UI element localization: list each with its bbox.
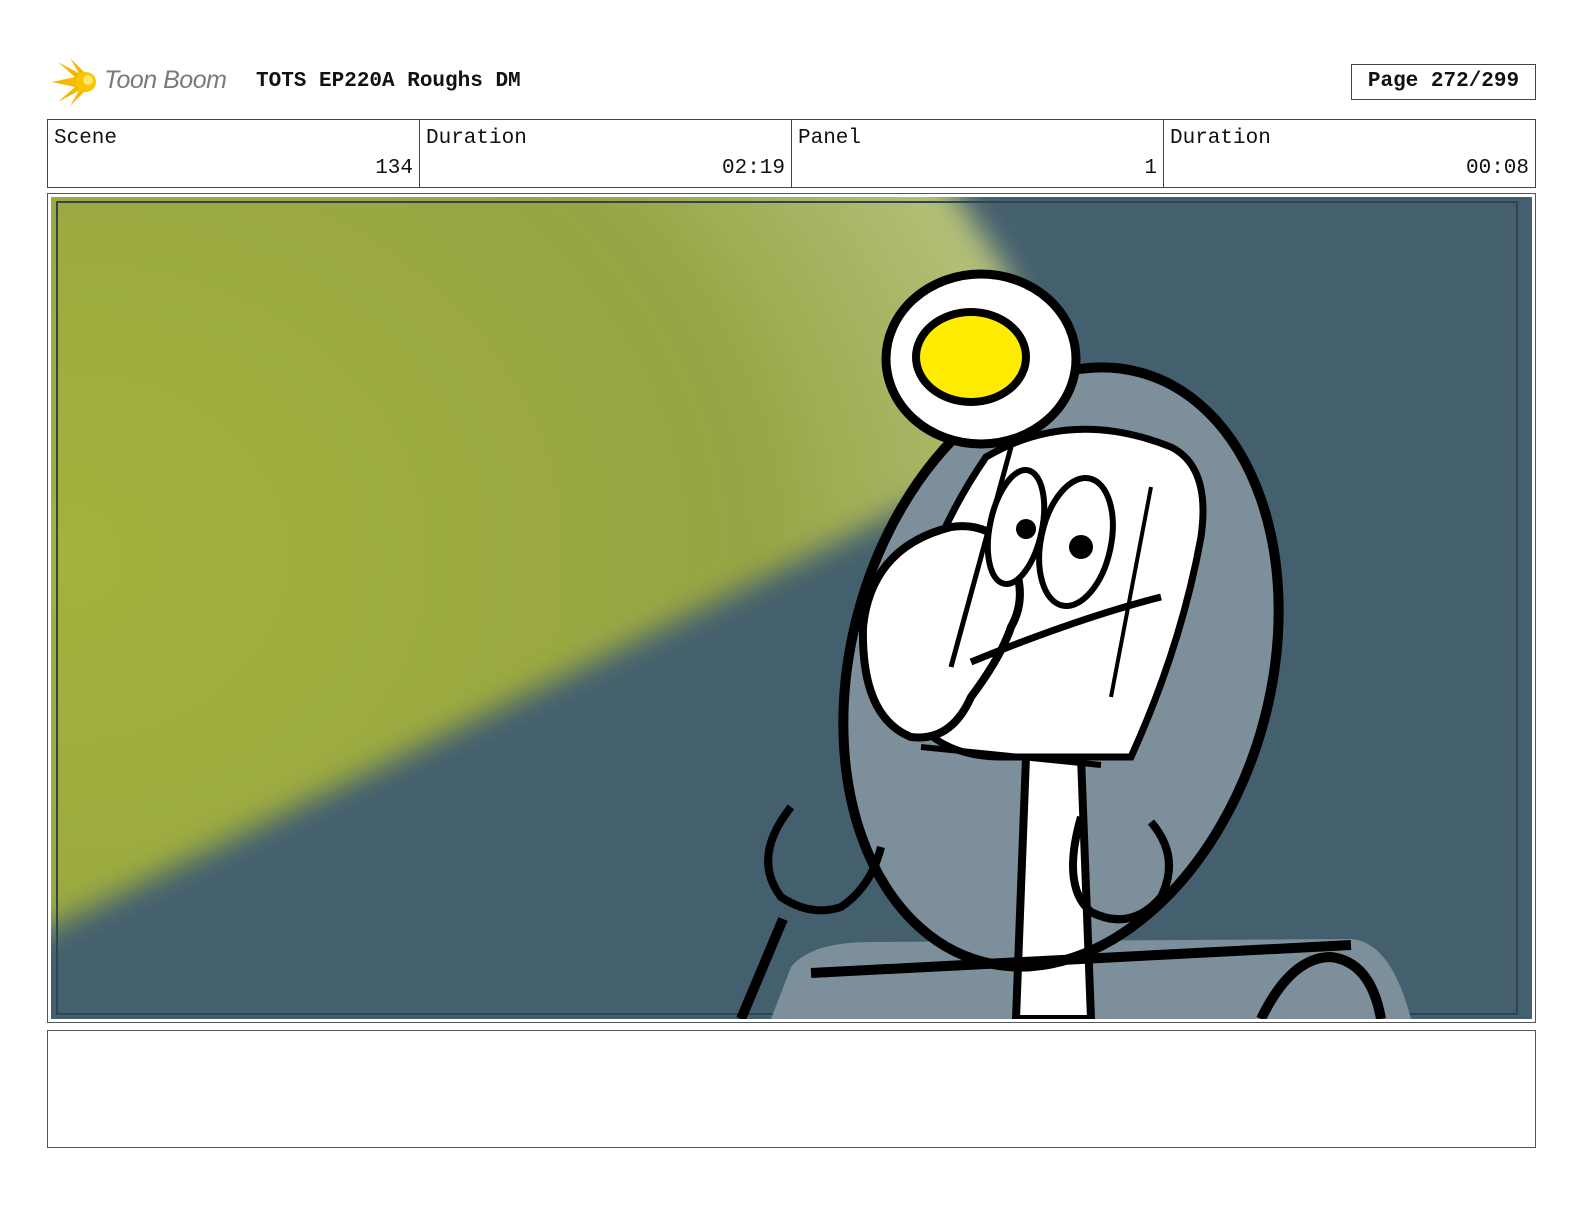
scene-duration-label: Duration <box>426 127 527 150</box>
scene-duration-cell: Duration 02:19 <box>420 120 792 187</box>
panel-duration-cell: Duration 00:08 <box>1164 120 1535 187</box>
panel-cell: Panel 1 <box>792 120 1164 187</box>
panel-label: Panel <box>798 127 862 150</box>
panel-duration-value: 00:08 <box>1465 157 1529 180</box>
scene-duration-value: 02:19 <box>721 157 785 180</box>
panel-info-table: Scene 134 Duration 02:19 Panel 1 Duratio… <box>47 119 1536 188</box>
panel-notes <box>47 1030 1536 1148</box>
scene-label: Scene <box>54 127 118 150</box>
panel-drawing <box>51 197 1532 1019</box>
panel-duration-label: Duration <box>1170 127 1271 150</box>
document-title: TOTS EP220A Roughs DM <box>256 70 521 93</box>
logo-wordmark: Toon Boom <box>104 66 227 94</box>
scene-cell: Scene 134 <box>48 120 420 187</box>
panel-value: 1 <box>1144 157 1157 180</box>
scene-value: 134 <box>375 157 413 180</box>
page-indicator: Page 272/299 <box>1351 64 1536 100</box>
storyboard-panel <box>47 193 1536 1023</box>
headlamp-bulb <box>912 308 1030 406</box>
